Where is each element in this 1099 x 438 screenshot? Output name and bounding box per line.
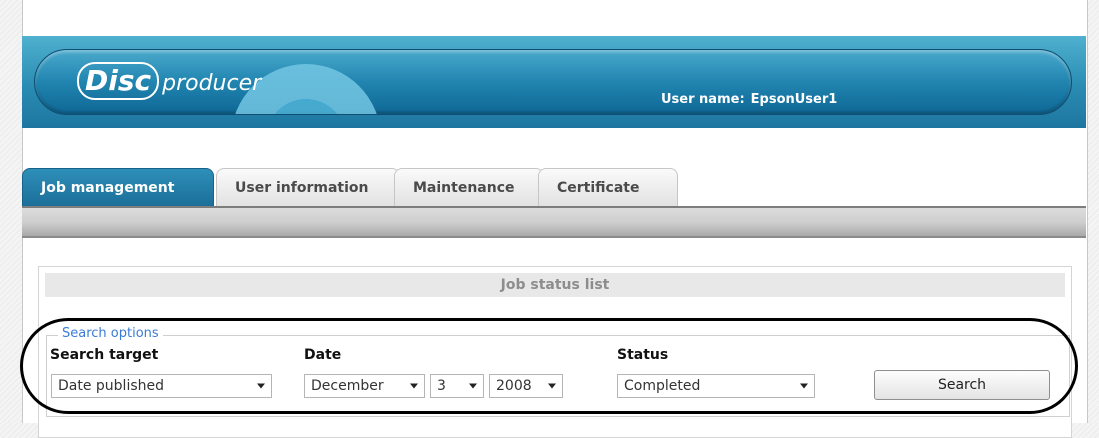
tab-maintenance[interactable]: Maintenance [394,168,544,206]
main-tabs: Job management User information Maintena… [22,168,678,206]
user-name-label: User name: [661,92,745,107]
tab-user-information[interactable]: User information [216,168,400,206]
disc-producer-logo: Disc producer [77,62,261,102]
panel-title: Job status list [45,273,1065,297]
app-header: Disc producer User name: EpsonUser1 [22,36,1086,128]
logo-producer-word: producer [162,71,262,96]
header-banner: Disc producer User name: EpsonUser1 [34,49,1072,115]
logo-disc-word: Disc [77,62,160,100]
user-info: User name: EpsonUser1 [661,92,837,107]
tab-job-management[interactable]: Job management [22,168,214,206]
tab-certificate[interactable]: Certificate [538,168,678,206]
user-name-value: EpsonUser1 [750,92,838,107]
sub-toolbar [22,206,1086,238]
annotation-highlight-oval [20,318,1078,414]
